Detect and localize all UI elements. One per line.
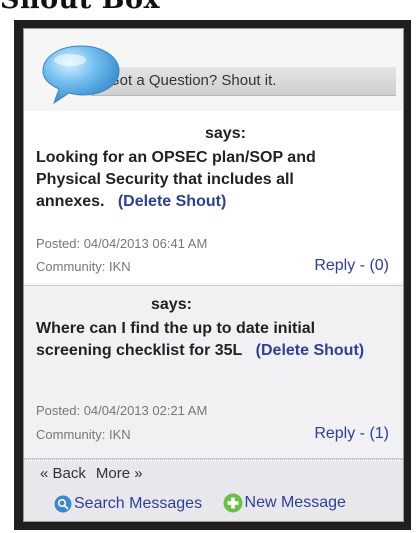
posted-date: Posted: 04/04/2013 06:41 AM <box>36 236 208 251</box>
shout-box-panel: Got a Question? Shout it. says: Looking … <box>23 28 404 522</box>
shout-message: Looking for an OPSEC plan/SOP and Physic… <box>36 147 376 213</box>
new-message-label: New Message <box>244 494 346 511</box>
header-title: Got a Question? Shout it. <box>108 72 277 89</box>
community-label: Community: IKN <box>36 427 131 442</box>
shout-box-widget: Got a Question? Shout it. says: Looking … <box>14 20 411 530</box>
more-link[interactable]: More » <box>96 465 143 482</box>
community-label: Community: IKN <box>36 259 131 274</box>
new-message-button[interactable]: New Message <box>223 493 346 513</box>
search-messages-label: Search Messages <box>74 495 203 512</box>
posted-date: Posted: 04/04/2013 02:21 AM <box>36 403 208 418</box>
speech-bubble-icon <box>42 45 120 105</box>
shout-author-says: says: <box>151 296 192 313</box>
plus-icon <box>223 493 243 513</box>
pager: « Back More » <box>40 465 153 482</box>
search-messages-button[interactable]: Search Messages <box>54 495 202 513</box>
header-bar: Got a Question? Shout it. <box>91 67 396 96</box>
footer-bar: « Back More » Search Messages New Messag… <box>24 461 403 521</box>
delete-shout-link[interactable]: (Delete Shout) <box>256 342 364 359</box>
page-heading: Shout Box <box>0 0 160 18</box>
search-icon <box>54 495 72 513</box>
shout-author-says: says: <box>205 125 246 142</box>
reply-link[interactable]: Reply - (0) <box>314 257 389 275</box>
delete-shout-link[interactable]: (Delete Shout) <box>118 193 226 210</box>
divider <box>24 459 403 460</box>
back-link[interactable]: « Back <box>40 465 86 482</box>
footer-actions: Search Messages New Message <box>54 493 362 518</box>
shout-item: says: Where can I find the up to date in… <box>24 285 403 459</box>
reply-link[interactable]: Reply - (1) <box>314 425 389 443</box>
shout-message: Where can I find the up to date initial … <box>36 318 376 362</box>
shout-item: says: Looking for an OPSEC plan/SOP and … <box>24 111 403 283</box>
